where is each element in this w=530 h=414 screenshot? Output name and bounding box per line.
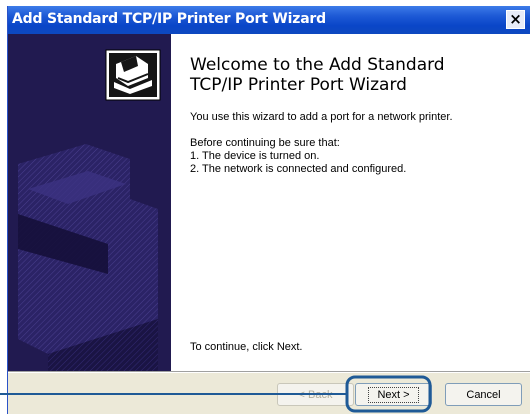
intro-text: You use this wizard to add a port for a … [190,111,453,123]
close-button[interactable]: × [506,10,525,29]
heading-line-2: TCP/IP Printer Port Wizard [190,75,407,95]
back-button-label: < Back [298,388,333,401]
wizard-content: Welcome to the Add Standard TCP/IP Print… [171,34,530,371]
continue-text: To continue, click Next. [190,341,303,353]
next-button[interactable]: Next > [355,383,432,406]
cancel-button[interactable]: Cancel [445,383,522,406]
cancel-button-label: Cancel [466,388,501,401]
button-separator [8,371,530,373]
before-text: Before continuing be sure that: [190,137,340,149]
next-button-label: Next > [368,386,419,403]
wizard-window: Add Standard TCP/IP Printer Port Wizard … [7,6,530,414]
printer-wizard-icon [8,34,171,371]
checklist-item-1: 1. The device is turned on. [190,150,320,162]
back-button[interactable]: < Back [277,383,354,406]
title-bar[interactable]: Add Standard TCP/IP Printer Port Wizard … [8,6,530,34]
window-title: Add Standard TCP/IP Printer Port Wizard [12,11,326,27]
wizard-side-panel [8,34,171,371]
heading-line-1: Welcome to the Add Standard [190,55,445,75]
checklist-item-2: 2. The network is connected and configur… [190,163,407,175]
close-icon: × [509,10,522,28]
wizard-heading: Welcome to the Add Standard TCP/IP Print… [190,55,520,95]
